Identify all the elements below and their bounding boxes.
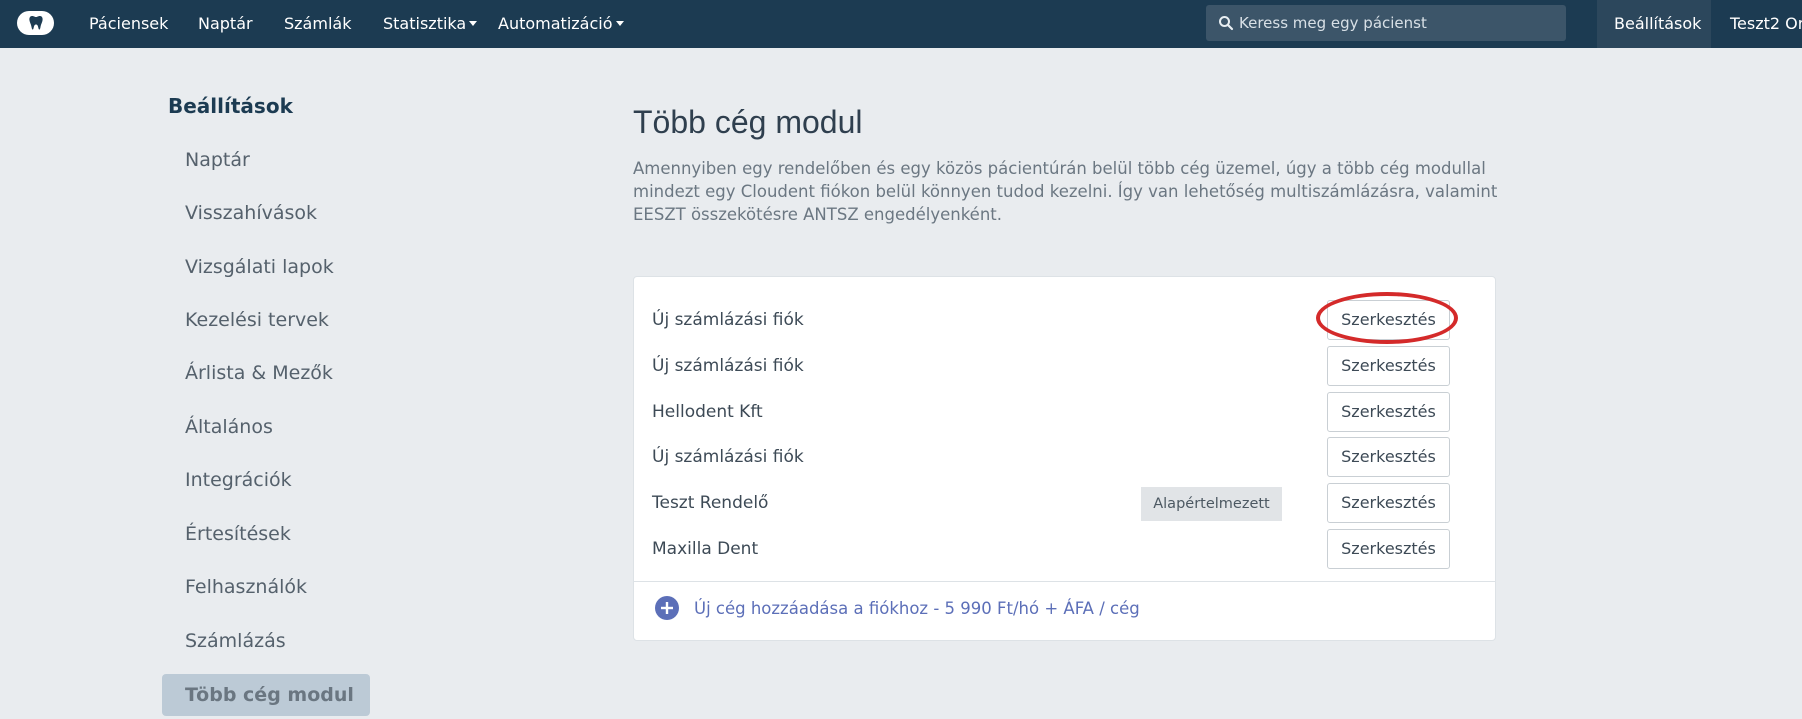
sidebar-item-calendar[interactable]: Naptár	[162, 139, 370, 181]
caret-down-icon	[615, 21, 624, 26]
tooth-logo-icon[interactable]	[17, 11, 54, 35]
nav-statistics-label: Statisztika	[383, 14, 467, 33]
company-name: Hellodent Kft	[652, 402, 763, 422]
sidebar-item-general[interactable]: Általános	[162, 406, 370, 448]
sidebar-item-integrations[interactable]: Integrációk	[162, 459, 370, 501]
nav-calendar[interactable]: Naptár	[198, 0, 253, 48]
nav-invoices[interactable]: Számlák	[284, 0, 351, 48]
patient-search-input[interactable]: Keress meg egy pácienst	[1206, 5, 1566, 41]
default-badge: Alapértelmezett	[1141, 487, 1282, 521]
edit-company-button[interactable]: Szerkesztés	[1327, 483, 1450, 523]
page-title: Több cég modul	[633, 104, 863, 140]
nav-patients[interactable]: Páciensek	[89, 0, 168, 48]
sidebar-item-pricelist-fields[interactable]: Árlista & Mezők	[162, 352, 370, 394]
company-name: Maxilla Dent	[652, 539, 759, 559]
plus-circle-icon	[655, 596, 679, 620]
edit-company-button[interactable]: Szerkesztés	[1327, 346, 1450, 386]
sidebar-item-treatment-plans[interactable]: Kezelési tervek	[162, 299, 370, 341]
nav-automation-dropdown[interactable]: Automatizáció	[498, 0, 624, 48]
nav-settings[interactable]: Beállítások	[1614, 0, 1701, 48]
company-name: Új számlázási fiók	[652, 447, 804, 467]
search-placeholder: Keress meg egy pácienst	[1239, 14, 1427, 32]
add-company-label: Új cég hozzáadása a fiókhoz - 5 990 Ft/h…	[694, 598, 1140, 618]
divider	[634, 581, 1495, 582]
page-description: Amennyiben egy rendelőben és egy közös p…	[633, 159, 1498, 224]
sidebar-title: Beállítások	[168, 94, 293, 118]
sidebar-item-billing[interactable]: Számlázás	[162, 620, 370, 662]
top-navbar: Páciensek Naptár Számlák Statisztika Aut…	[0, 0, 1802, 48]
sidebar-item-notifications[interactable]: Értesítések	[162, 513, 370, 555]
add-company-link[interactable]: Új cég hozzáadása a fiókhoz - 5 990 Ft/h…	[654, 595, 1140, 621]
annotation-highlight-ring	[1316, 292, 1458, 344]
sidebar-item-multi-company[interactable]: Több cég modul	[162, 674, 370, 716]
nav-user-menu[interactable]: Teszt2 Orv	[1730, 0, 1802, 48]
edit-company-button[interactable]: Szerkesztés	[1327, 437, 1450, 477]
nav-statistics-dropdown[interactable]: Statisztika	[383, 0, 478, 48]
edit-company-button[interactable]: Szerkesztés	[1327, 392, 1450, 432]
sidebar-item-exam-sheets[interactable]: Vizsgálati lapok	[162, 246, 370, 288]
caret-down-icon	[469, 21, 478, 26]
search-icon	[1219, 16, 1234, 31]
nav-automation-label: Automatizáció	[498, 14, 613, 33]
company-name: Teszt Rendelő	[652, 493, 769, 513]
edit-company-button[interactable]: Szerkesztés	[1327, 529, 1450, 569]
sidebar-item-users[interactable]: Felhasználók	[162, 566, 370, 608]
sidebar-item-recalls[interactable]: Visszahívások	[162, 192, 370, 234]
company-name: Új számlázási fiók	[652, 356, 804, 376]
company-name: Új számlázási fiók	[652, 310, 804, 330]
